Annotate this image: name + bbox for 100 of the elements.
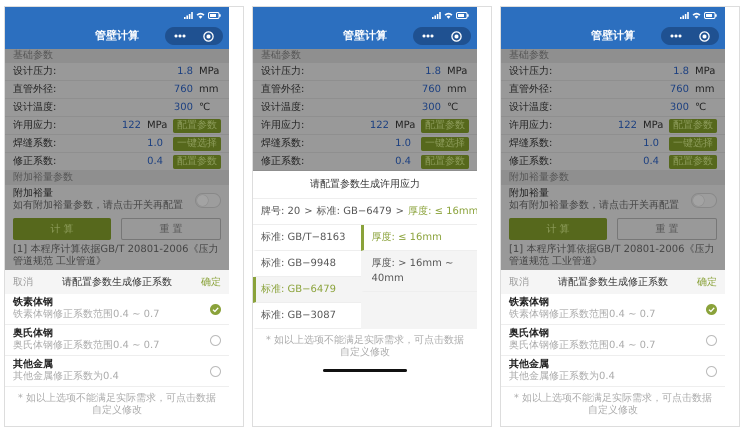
param-value[interactable]: 1.8 [177, 64, 193, 79]
radio-icon[interactable] [210, 366, 221, 376]
param-value[interactable]: 0.4 [395, 154, 411, 169]
breadcrumb-item[interactable]: > [396, 204, 404, 219]
param-value[interactable]: 0.4 [643, 154, 659, 169]
config-button[interactable]: 配置参数 [669, 118, 717, 132]
page-title: 管壁计算 [343, 28, 387, 44]
section-header: 附加裕量参数 [501, 171, 725, 185]
param-unit: mm [447, 83, 468, 97]
option-item[interactable]: 奥氏体钢 奥氏体钢修正系数范围0.4 ~ 0.7 [501, 325, 725, 356]
calculate-button[interactable]: 计 算 [509, 218, 607, 240]
param-label: 设计压力: [13, 64, 58, 79]
param-value[interactable]: 760 [670, 82, 689, 97]
battery-icon [208, 12, 221, 18]
footnote: * 如以上选项不能满足实际需求，可点击数据自定义修改 [264, 334, 466, 360]
radio-icon[interactable] [706, 334, 717, 346]
more-icon[interactable] [670, 34, 682, 38]
param-label: 焊缝系数: [509, 136, 554, 151]
wifi-icon [196, 12, 205, 18]
signal-icon [680, 12, 689, 18]
param-value[interactable]: 1.0 [643, 136, 659, 151]
option-description: 其他金属修正系数为0.4 [13, 371, 119, 383]
param-value[interactable]: 300 [670, 100, 689, 115]
param-value[interactable]: 122 [618, 118, 637, 133]
param-label: 直管外径: [509, 82, 554, 97]
radio-icon[interactable] [706, 366, 717, 376]
option-name: 奥氏体钢 [509, 328, 550, 340]
battery-icon [456, 12, 469, 18]
footnote: * 如以上选项不能满足实际需求，可点击数据自定义修改 [16, 392, 218, 418]
toggle-switch[interactable] [195, 192, 221, 208]
param-unit: ℃ [695, 101, 708, 115]
config-button[interactable]: 一键选择 [421, 136, 469, 150]
toggle-description: 如有附加裕量参数，请点击开关再配置 [13, 200, 183, 212]
option-item[interactable]: 奥氏体钢 奥氏体钢修正系数范围0.4 ~ 0.7 [5, 325, 229, 356]
breadcrumb-item[interactable]: > [304, 204, 313, 219]
param-label: 设计温度: [13, 100, 58, 115]
toggle-switch[interactable] [691, 192, 717, 208]
param-value[interactable]: 760 [422, 82, 441, 97]
param-label: 焊缝系数: [261, 136, 306, 151]
breadcrumb-item[interactable]: 标准: GB−6479 [316, 204, 392, 219]
config-button[interactable]: 配置参数 [173, 154, 221, 168]
option-name: 铁素体钢 [13, 297, 54, 308]
battery-icon [704, 12, 717, 18]
config-button[interactable]: 配置参数 [421, 154, 469, 168]
reset-button[interactable]: 重 置 [617, 218, 717, 240]
option-description: 铁素体钢修正系数范围0.4 ~ 0.7 [13, 309, 160, 321]
param-value[interactable]: 300 [174, 100, 193, 115]
footnote-text: [1] 本程序计算依据GB/T 20801-2006《压力管道规范 工业管道》 [508, 243, 716, 269]
close-target-icon[interactable] [203, 30, 214, 42]
config-button[interactable]: 一键选择 [669, 136, 717, 150]
option-item[interactable]: 铁素体钢 铁素体钢修正系数范围0.4 ~ 0.7 [5, 294, 229, 325]
toggle-label: 附加裕量 [509, 188, 550, 200]
radio-checked-icon[interactable] [210, 304, 221, 314]
standard-item[interactable]: 标准: GB−6479 [253, 277, 361, 303]
more-icon[interactable] [174, 34, 186, 38]
param-label: 许用应力: [509, 118, 554, 133]
config-button[interactable]: 配置参数 [421, 118, 469, 132]
breadcrumb-item[interactable]: 牌号: 20 [261, 204, 300, 219]
param-unit: mm [199, 83, 220, 97]
cancel-link[interactable]: 取消 [13, 274, 33, 290]
footnote-text: [1] 本程序计算依据GB/T 20801-2006《压力管道规范 工业管道》 [12, 243, 220, 269]
option-item[interactable]: 铁素体钢 铁素体钢修正系数范围0.4 ~ 0.7 [501, 294, 725, 325]
close-target-icon[interactable] [699, 30, 710, 42]
param-label: 修正系数: [509, 154, 554, 169]
more-icon[interactable] [422, 34, 434, 38]
section-header: 基础参数 [253, 49, 477, 63]
param-unit: ℃ [447, 101, 460, 115]
section-header: 基础参数 [501, 49, 725, 63]
calculate-button[interactable]: 计 算 [13, 218, 111, 240]
param-value[interactable]: 122 [370, 118, 389, 133]
close-target-icon[interactable] [451, 30, 462, 42]
option-name: 铁素体钢 [509, 297, 550, 308]
radio-checked-icon[interactable] [706, 304, 717, 314]
wifi-icon [444, 12, 453, 18]
param-label: 修正系数: [261, 154, 306, 169]
thickness-item[interactable]: 厚度: ≤ 16mm [360, 225, 477, 251]
confirm-link[interactable]: 确定 [697, 274, 717, 290]
option-item[interactable]: 其他金属 其他金属修正系数为0.4 [501, 356, 725, 387]
param-value[interactable]: 1.0 [395, 136, 411, 151]
config-button[interactable]: 配置参数 [173, 118, 221, 132]
param-value[interactable]: 760 [174, 82, 193, 97]
signal-icon [432, 12, 441, 18]
radio-icon[interactable] [210, 334, 221, 346]
confirm-link[interactable]: 确定 [201, 274, 221, 290]
cancel-link[interactable]: 取消 [509, 274, 529, 290]
param-value[interactable]: 1.8 [425, 64, 441, 79]
signal-icon [184, 12, 193, 18]
config-button[interactable]: 一键选择 [173, 136, 221, 150]
param-value[interactable]: 1.8 [673, 64, 689, 79]
param-value[interactable]: 122 [122, 118, 141, 133]
reset-button[interactable]: 重 置 [121, 218, 221, 240]
section-header: 基础参数 [5, 49, 229, 63]
param-unit: MPa [147, 119, 168, 133]
param-unit: mm [695, 83, 716, 97]
option-item[interactable]: 其他金属 其他金属修正系数为0.4 [5, 356, 229, 387]
config-button[interactable]: 配置参数 [669, 154, 717, 168]
param-value[interactable]: 1.0 [147, 136, 163, 151]
param-value[interactable]: 0.4 [147, 154, 163, 169]
page-title: 管壁计算 [95, 28, 139, 44]
param-value[interactable]: 300 [422, 100, 441, 115]
